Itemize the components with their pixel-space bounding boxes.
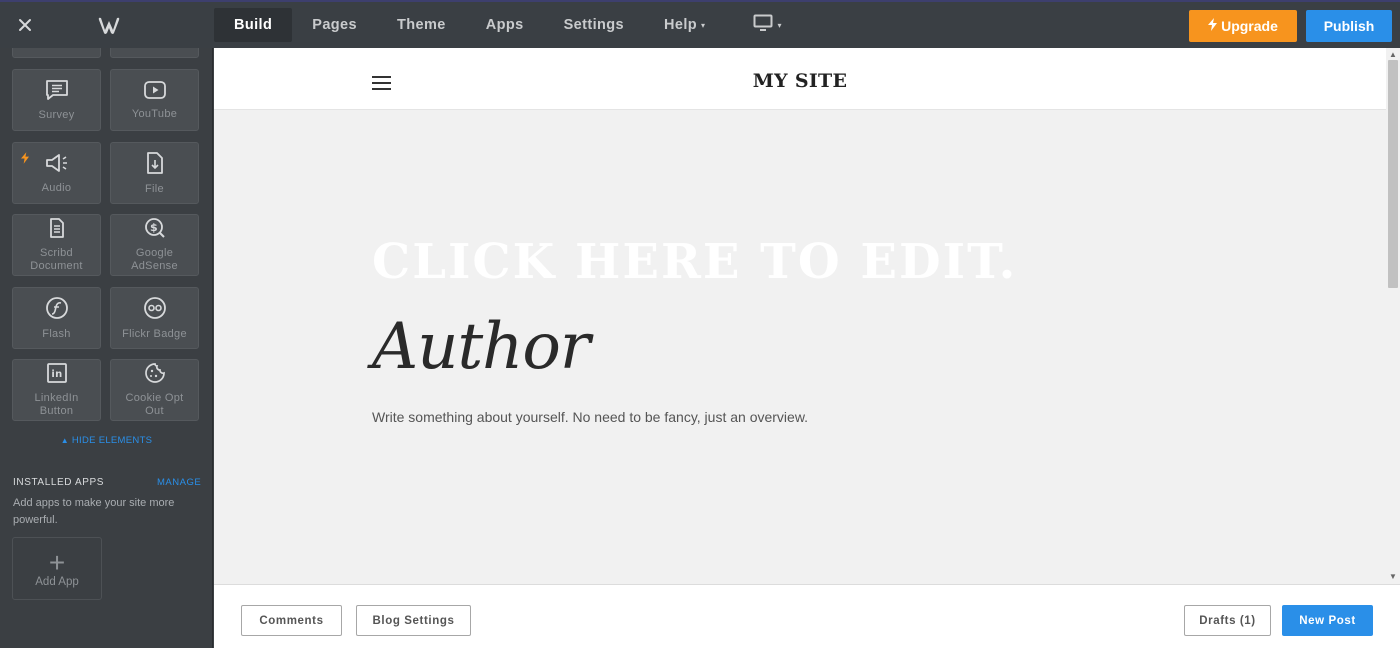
element-label: Survey (38, 108, 75, 121)
comments-button[interactable]: Comments (241, 605, 342, 636)
lightning-icon (1208, 18, 1218, 34)
element-label: Cookie Opt Out (125, 392, 184, 417)
add-app-button[interactable]: + Add App (12, 537, 102, 600)
chevron-up-icon: ▲ (60, 436, 69, 445)
drafts-button[interactable]: Drafts (1) (1184, 605, 1271, 636)
tab-label: Apps (485, 17, 524, 33)
element-label: YouTube (131, 107, 178, 120)
elements-sidebar: Survey YouTube Audio File Scribd Documen… (0, 48, 213, 648)
plus-icon: + (48, 546, 66, 578)
site-header: MY SITE (214, 48, 1386, 110)
element-flickr[interactable]: Flickr Badge (110, 287, 199, 349)
installed-apps-description: Add apps to make your site more powerful… (13, 497, 175, 526)
chevron-down-icon: ▾ (777, 20, 782, 30)
upgrade-button[interactable]: Upgrade (1189, 10, 1297, 42)
element-label: Google AdSense (131, 247, 178, 272)
flickr-icon (143, 296, 167, 328)
editable-headline[interactable]: CLICK HERE TO EDIT. (372, 234, 1017, 290)
tab-label: Theme (396, 17, 446, 33)
tab-label: Build (234, 17, 273, 33)
publish-button[interactable]: Publish (1306, 10, 1392, 42)
element-label: LinkedIn Button (34, 392, 79, 417)
author-heading[interactable]: Author (372, 310, 590, 384)
element-flash[interactable]: Flash (12, 287, 101, 349)
youtube-icon (143, 80, 167, 108)
file-icon (144, 151, 166, 183)
element-tile[interactable] (110, 48, 199, 58)
svg-text:$: $ (150, 221, 158, 234)
blog-settings-button[interactable]: Blog Settings (356, 605, 471, 636)
tab-settings[interactable]: Settings (544, 8, 644, 42)
scrollbar-thumb[interactable] (1388, 60, 1398, 288)
tab-label: Settings (563, 17, 624, 33)
site-title[interactable]: MY SITE (214, 70, 1386, 92)
manage-apps-link[interactable]: MANAGE (157, 477, 201, 488)
add-app-label: Add App (35, 575, 79, 588)
element-adsense[interactable]: $ Google AdSense (110, 214, 199, 276)
element-linkedin[interactable]: in LinkedIn Button (12, 359, 101, 421)
element-scribd[interactable]: Scribd Document (12, 214, 101, 276)
audio-icon (44, 152, 70, 182)
tab-apps[interactable]: Apps (466, 8, 544, 42)
flash-icon (45, 296, 69, 328)
svg-text:in: in (51, 369, 62, 380)
tab-label: Pages (312, 17, 357, 33)
tab-build[interactable]: Build (214, 8, 293, 42)
element-file[interactable]: File (110, 142, 199, 204)
scroll-up-arrow-icon[interactable]: ▲ (1389, 50, 1397, 59)
scribd-icon (46, 217, 68, 247)
cookie-icon (144, 362, 166, 392)
upgrade-label: Upgrade (1221, 18, 1278, 34)
element-youtube[interactable]: YouTube (110, 69, 199, 131)
linkedin-icon: in (46, 362, 68, 392)
close-icon[interactable] (14, 14, 36, 36)
element-label: Flash (42, 327, 71, 340)
element-label: File (145, 182, 164, 195)
chevron-down-icon: ▾ (701, 20, 706, 30)
about-paragraph[interactable]: Write something about yourself. No need … (372, 409, 808, 425)
element-tile[interactable] (12, 48, 101, 58)
element-cookie[interactable]: Cookie Opt Out (110, 359, 199, 421)
element-label: Audio (41, 181, 72, 194)
survey-icon (45, 79, 69, 109)
tab-label: Help (664, 17, 698, 33)
hide-elements-label: HIDE ELEMENTS (71, 435, 153, 446)
weebly-logo-icon[interactable] (94, 14, 124, 38)
monitor-icon (753, 14, 773, 36)
main-nav: Build Pages Theme Apps Settings Help ▾ ▾ (214, 8, 798, 42)
top-bar: Build Pages Theme Apps Settings Help ▾ ▾ … (0, 0, 1400, 48)
blog-bottom-bar: Comments Blog Settings Drafts (1) New Po… (214, 584, 1400, 648)
element-label: Scribd Document (30, 247, 83, 272)
new-post-button[interactable]: New Post (1282, 605, 1373, 636)
element-audio[interactable]: Audio (12, 142, 101, 204)
element-label: Flickr Badge (122, 327, 187, 340)
tab-help[interactable]: Help ▾ (644, 8, 725, 42)
premium-lightning-icon (21, 152, 29, 172)
installed-apps-title: INSTALLED APPS (13, 477, 105, 488)
scroll-down-arrow-icon[interactable]: ▼ (1389, 572, 1397, 581)
site-canvas: MY SITE CLICK HERE TO EDIT. Author Write… (214, 48, 1386, 584)
tab-theme[interactable]: Theme (377, 8, 466, 42)
adsense-icon: $ (144, 217, 166, 247)
hide-elements-link[interactable]: ▲ HIDE ELEMENTS (0, 435, 212, 446)
device-preview-toggle[interactable]: ▾ (725, 8, 797, 42)
canvas-scrollbar[interactable]: ▲ ▼ (1386, 48, 1400, 584)
tab-pages[interactable]: Pages (292, 8, 377, 42)
element-survey[interactable]: Survey (12, 69, 101, 131)
